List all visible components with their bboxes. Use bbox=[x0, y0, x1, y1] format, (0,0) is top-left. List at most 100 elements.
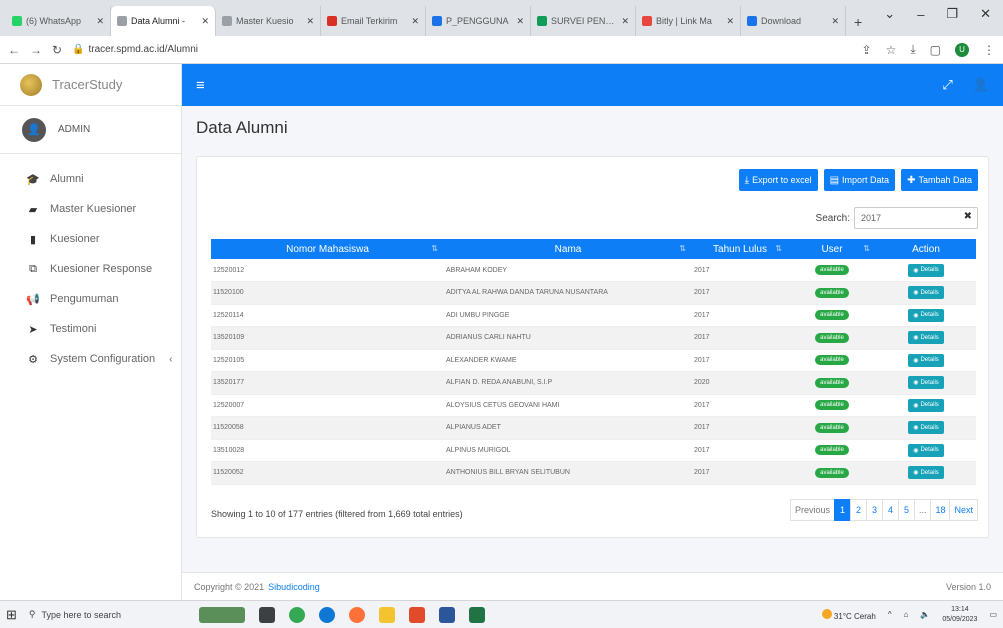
sidebar-item[interactable]: ⚙ System Configuration ‹ bbox=[0, 344, 181, 374]
browser-tab[interactable]: Master Kuesio ✕ bbox=[216, 6, 321, 36]
share-icon[interactable]: ⇪ bbox=[862, 43, 872, 57]
browser-tab[interactable]: Bitly | Link Ma ✕ bbox=[636, 6, 741, 36]
page-link[interactable]: 3 bbox=[865, 499, 883, 521]
bullhorn-icon: 📢 bbox=[26, 293, 40, 306]
footer-link[interactable]: Sibudicoding bbox=[268, 582, 320, 592]
tray-chevron-icon[interactable]: ^ bbox=[888, 610, 892, 619]
store-icon[interactable] bbox=[408, 606, 425, 623]
window-icon[interactable]: ▢ bbox=[930, 43, 941, 57]
page-link[interactable]: 18 bbox=[930, 499, 951, 521]
network-icon[interactable]: ⌂ bbox=[904, 610, 909, 619]
minimize-button[interactable]: – bbox=[917, 7, 924, 22]
reload-icon[interactable]: ↻ bbox=[52, 43, 62, 57]
column-header[interactable]: User ⇅ bbox=[788, 239, 876, 259]
page-link[interactable]: 2 bbox=[849, 499, 867, 521]
sidebar-item[interactable]: ▮ Kuesioner bbox=[0, 224, 181, 254]
details-button[interactable]: ◉ Details bbox=[908, 421, 944, 435]
menu-icon[interactable]: ⋮ bbox=[983, 43, 995, 57]
url-field[interactable]: 🔒 tracer.spmd.ac.id/Alumni bbox=[72, 44, 198, 55]
tab-close-icon[interactable]: ✕ bbox=[96, 16, 104, 27]
status-badge: available bbox=[815, 377, 849, 388]
user-panel[interactable]: 👤 ADMIN bbox=[0, 106, 181, 154]
tab-close-icon[interactable]: ✕ bbox=[306, 16, 314, 27]
browser-tab[interactable]: Data Alumni - ✕ bbox=[111, 6, 216, 36]
tab-close-icon[interactable]: ✕ bbox=[726, 16, 734, 27]
taskbar-search[interactable]: ⚲ Type here to search bbox=[29, 604, 179, 626]
notification-icon[interactable]: ▭ bbox=[989, 610, 997, 619]
browser-tab[interactable]: SURVEI PENGG ✕ bbox=[531, 6, 636, 36]
hamburger-icon[interactable]: ≡ bbox=[196, 77, 205, 94]
details-button[interactable]: ◉ Details bbox=[908, 308, 944, 322]
tab-close-icon[interactable]: ✕ bbox=[831, 16, 839, 27]
profile-avatar[interactable]: U bbox=[955, 42, 969, 57]
column-header[interactable]: Tahun Lulus ⇅ bbox=[692, 239, 788, 259]
user-icon[interactable]: 👤 bbox=[973, 77, 989, 93]
word-icon[interactable] bbox=[438, 606, 455, 623]
back-icon[interactable]: ← bbox=[8, 43, 20, 57]
page-link[interactable]: 4 bbox=[881, 499, 899, 521]
folder-icon: ▰ bbox=[28, 203, 38, 216]
column-header[interactable]: Action bbox=[876, 239, 976, 259]
search-input[interactable] bbox=[854, 207, 978, 229]
table-row: 13510028 ALPINUS MURIGOL 2017 available ◉ Det… bbox=[211, 439, 976, 462]
windows-start-icon[interactable]: ⊞ bbox=[6, 607, 17, 623]
sort-icon: ⇅ bbox=[679, 244, 686, 253]
browser-tab[interactable]: Download ✕ bbox=[741, 6, 846, 36]
taskbar-thumbnail-icon[interactable] bbox=[198, 606, 245, 623]
chevron-down-icon[interactable]: ⌄ bbox=[884, 6, 895, 22]
sidebar-item[interactable]: ➤ Testimoni bbox=[0, 314, 181, 344]
new-tab-button[interactable]: + bbox=[846, 14, 870, 36]
details-button[interactable]: ◉ Details bbox=[908, 331, 944, 345]
details-button[interactable]: ◉ Details bbox=[908, 353, 944, 367]
details-button[interactable]: ◉ Details bbox=[908, 443, 944, 457]
sidebar-item[interactable]: 📢 Pengumuman bbox=[0, 284, 181, 314]
export-excel-button[interactable]: ⤓ Export to excel bbox=[738, 169, 818, 191]
tab-close-icon[interactable]: ✕ bbox=[201, 16, 209, 27]
add-data-button[interactable]: ✚ Tambah Data bbox=[901, 169, 978, 191]
search-box: Search: ✖ bbox=[816, 207, 978, 229]
column-header[interactable]: Nomor Mahasiswa ⇅ bbox=[211, 239, 444, 259]
window-controls: ⌄ – ❐ ✕ bbox=[884, 0, 1003, 28]
details-button[interactable]: ◉ Details bbox=[908, 466, 944, 480]
chrome-icon[interactable] bbox=[288, 606, 305, 623]
details-button[interactable]: ◉ Details bbox=[908, 398, 944, 412]
firefox-icon[interactable] bbox=[348, 606, 365, 623]
clock[interactable]: 13:14 05/09/2023 bbox=[942, 605, 977, 625]
browser-tab[interactable]: P_PENGGUNA ✕ bbox=[426, 6, 531, 36]
download-icon[interactable]: ⤓ bbox=[910, 42, 915, 57]
page-link[interactable]: 1 bbox=[833, 499, 851, 521]
tab-close-icon[interactable]: ✕ bbox=[411, 16, 419, 27]
browser-tab[interactable]: (6) WhatsApp ✕ bbox=[6, 6, 111, 36]
sidebar-item[interactable]: ▰ Master Kuesioner bbox=[0, 194, 181, 224]
page-link[interactable]: Previous bbox=[789, 499, 835, 521]
page-link[interactable]: Next bbox=[949, 499, 978, 521]
edge-icon[interactable] bbox=[318, 606, 335, 623]
close-window-button[interactable]: ✕ bbox=[980, 6, 991, 22]
import-data-button[interactable]: ▤ Import Data bbox=[823, 169, 896, 191]
brand[interactable]: TracerStudy bbox=[0, 64, 181, 106]
weather[interactable]: 31°C Cerah bbox=[821, 608, 876, 621]
volume-icon[interactable]: 🔈 bbox=[920, 610, 930, 619]
maximize-button[interactable]: ❐ bbox=[946, 6, 958, 22]
forward-icon[interactable]: → bbox=[30, 43, 42, 57]
star-icon[interactable]: ☆ bbox=[886, 43, 897, 57]
cell-nim: 11520100 bbox=[211, 281, 444, 305]
column-header[interactable]: Nama ⇅ bbox=[444, 239, 692, 259]
details-button[interactable]: ◉ Details bbox=[908, 376, 944, 390]
page-link[interactable]: 5 bbox=[897, 499, 915, 521]
sidebar-item[interactable]: 🎓 Alumni bbox=[0, 164, 181, 194]
sidebar-item-label: Kuesioner Response bbox=[50, 263, 153, 275]
clear-search-icon[interactable]: ✖ bbox=[964, 211, 972, 222]
tab-close-icon[interactable]: ✕ bbox=[621, 16, 629, 27]
tab-close-icon[interactable]: ✕ bbox=[516, 16, 524, 27]
browser-tab[interactable]: Email Terkirim ✕ bbox=[321, 6, 426, 36]
details-button[interactable]: ◉ Details bbox=[908, 286, 944, 300]
task-view-icon[interactable] bbox=[258, 606, 275, 623]
excel-icon[interactable] bbox=[468, 606, 485, 623]
sidebar-item[interactable]: ⧉ Kuesioner Response bbox=[0, 254, 181, 284]
cell-user: available bbox=[788, 371, 876, 395]
table-info: Showing 1 to 10 of 177 entries (filtered… bbox=[211, 509, 463, 519]
details-button[interactable]: ◉ Details bbox=[908, 263, 944, 277]
fullscreen-icon[interactable]: ⤢ bbox=[942, 77, 952, 93]
file-explorer-icon[interactable] bbox=[378, 606, 395, 623]
